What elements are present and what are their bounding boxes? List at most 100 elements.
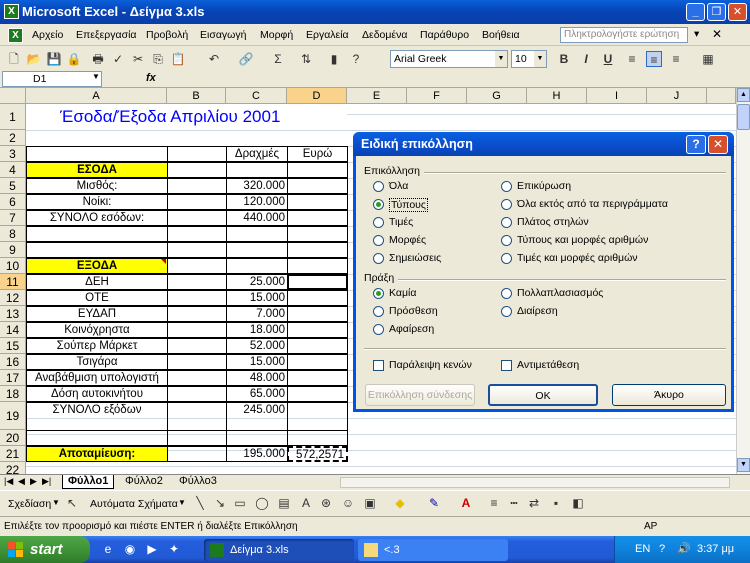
row-header[interactable]: 13 — [0, 306, 26, 322]
row-header[interactable]: 4 — [0, 162, 26, 178]
copied-cell-marquee[interactable]: 572,2571 — [287, 446, 348, 462]
fx-icon[interactable]: fx — [146, 72, 156, 84]
chevron-down-icon[interactable]: ▼ — [92, 72, 100, 81]
expense-value[interactable]: 65.000 — [226, 386, 288, 402]
row-header[interactable]: 1 — [0, 104, 26, 130]
workbook-icon[interactable]: X — [8, 28, 23, 43]
row-header[interactable]: 14 — [0, 322, 26, 338]
expense-label[interactable]: ΟΤΕ — [26, 290, 168, 306]
column-header-selected[interactable]: D — [287, 88, 347, 104]
active-cell[interactable] — [287, 274, 348, 290]
prev-sheet-icon[interactable]: ◀ — [18, 476, 28, 487]
task-excel[interactable]: Δείγμα 3.xls — [204, 539, 354, 561]
cell[interactable] — [26, 146, 168, 162]
next-sheet-icon[interactable]: ▶ — [30, 476, 40, 487]
fill-color-icon[interactable]: ◆ — [392, 495, 408, 511]
expense-total-value[interactable]: 245.000 — [226, 402, 288, 431]
cell[interactable] — [287, 430, 348, 446]
align-right-icon[interactable]: ≡ — [668, 51, 684, 67]
shadow-icon[interactable]: ▪ — [548, 495, 564, 511]
italic-icon[interactable]: I — [578, 51, 594, 67]
dash-style-icon[interactable]: ┅ — [506, 495, 522, 511]
volume-icon[interactable]: 🔊 — [677, 542, 691, 555]
column-header[interactable]: F — [407, 88, 467, 104]
clipart-icon[interactable]: ☺ — [340, 495, 356, 511]
header-euro[interactable]: Ευρώ — [287, 146, 348, 162]
oval-icon[interactable]: ◯ — [254, 495, 270, 511]
cancel-button[interactable]: Άκυρο — [612, 384, 726, 406]
expense-label[interactable]: Δόση αυτοκινήτου — [26, 386, 168, 402]
cell[interactable] — [26, 430, 168, 446]
paste-link-button[interactable]: Επικόλληση σύνδεσης — [365, 384, 475, 406]
row-header[interactable]: 3 — [0, 146, 26, 162]
borders-icon[interactable]: ▦ — [700, 51, 716, 67]
cell[interactable] — [226, 242, 288, 258]
header-drachmes[interactable]: Δραχμές — [226, 146, 288, 162]
align-left-icon[interactable]: ≡ — [624, 51, 640, 67]
income-row-value[interactable]: 120.000 — [226, 194, 288, 210]
row-header[interactable]: 15 — [0, 338, 26, 354]
column-header[interactable]: B — [167, 88, 226, 104]
cell[interactable] — [287, 210, 348, 226]
task-folder[interactable]: <.3 — [358, 539, 508, 561]
expense-value[interactable]: 15.000 — [226, 290, 288, 306]
cell[interactable] — [287, 402, 348, 431]
language-indicator[interactable]: EN — [635, 543, 650, 555]
row-header[interactable]: 17 — [0, 370, 26, 386]
row-header[interactable]: 7 — [0, 210, 26, 226]
bold-icon[interactable]: B — [556, 51, 572, 67]
scroll-down-icon[interactable]: ▼ — [737, 458, 750, 472]
cell[interactable] — [167, 322, 227, 338]
arrow-icon[interactable]: ↘ — [212, 495, 228, 511]
row-header[interactable]: 20 — [0, 430, 26, 446]
window-title-bar[interactable]: X Microsoft Excel - Δείγμα 3.xls _ ❐ ✕ — [0, 0, 750, 24]
cell[interactable] — [167, 258, 227, 274]
row-header[interactable]: 5 — [0, 178, 26, 194]
autoshapes-button[interactable]: Αυτόματα Σχήματα — [90, 498, 178, 510]
cell[interactable] — [226, 430, 288, 446]
new-icon[interactable]: 🗋 — [6, 51, 22, 67]
last-sheet-icon[interactable]: ▶| — [42, 476, 52, 487]
cell[interactable] — [167, 306, 227, 322]
menu-help[interactable]: Βοήθεια — [482, 29, 520, 41]
cell[interactable] — [287, 354, 348, 370]
row-header[interactable]: 12 — [0, 290, 26, 306]
column-header[interactable]: G — [467, 88, 527, 104]
cell[interactable] — [167, 386, 227, 402]
select-objects-icon[interactable]: ↖ — [64, 495, 80, 511]
permission-icon[interactable]: 🔒 — [66, 51, 82, 67]
expense-value[interactable]: 7.000 — [226, 306, 288, 322]
start-button[interactable]: start — [0, 536, 90, 563]
cell[interactable] — [167, 226, 227, 242]
cell[interactable] — [287, 370, 348, 386]
save-icon[interactable]: 💾 — [46, 51, 62, 67]
hyperlink-icon[interactable]: 🔗 — [238, 51, 254, 67]
menu-view[interactable]: Προβολή — [146, 29, 188, 41]
savings-label[interactable]: Αποταμίευση: — [26, 446, 168, 462]
cell[interactable] — [287, 226, 348, 242]
savings-value[interactable]: 195.000 — [226, 446, 288, 462]
row-header[interactable]: 19 — [0, 402, 26, 430]
cell[interactable] — [167, 338, 227, 354]
cell[interactable] — [167, 274, 227, 290]
row-header[interactable]: 2 — [0, 130, 26, 146]
expense-label[interactable]: ΔΕΗ — [26, 274, 168, 290]
expense-label[interactable]: Κοινόχρηστα — [26, 322, 168, 338]
picture-icon[interactable]: ▣ — [362, 495, 378, 511]
cell[interactable] — [287, 162, 348, 178]
open-icon[interactable]: 📂 — [26, 51, 42, 67]
font-size-select[interactable]: 10 ▼ — [511, 50, 547, 68]
chart-wizard-icon[interactable]: ▮ — [326, 51, 342, 67]
row-header-selected[interactable]: 11 — [0, 274, 26, 290]
vertical-scrollbar[interactable]: ▲ ▼ — [736, 88, 750, 474]
expense-value[interactable]: 15.000 — [226, 354, 288, 370]
column-header[interactable] — [707, 88, 736, 104]
cell[interactable] — [167, 194, 227, 210]
cell[interactable] — [167, 446, 227, 462]
expense-value[interactable]: 18.000 — [226, 322, 288, 338]
scroll-up-icon[interactable]: ▲ — [737, 88, 750, 102]
font-color-icon[interactable]: A — [458, 495, 474, 511]
horizontal-scrollbar[interactable] — [340, 477, 730, 488]
cell[interactable] — [167, 242, 227, 258]
column-header[interactable]: J — [647, 88, 707, 104]
